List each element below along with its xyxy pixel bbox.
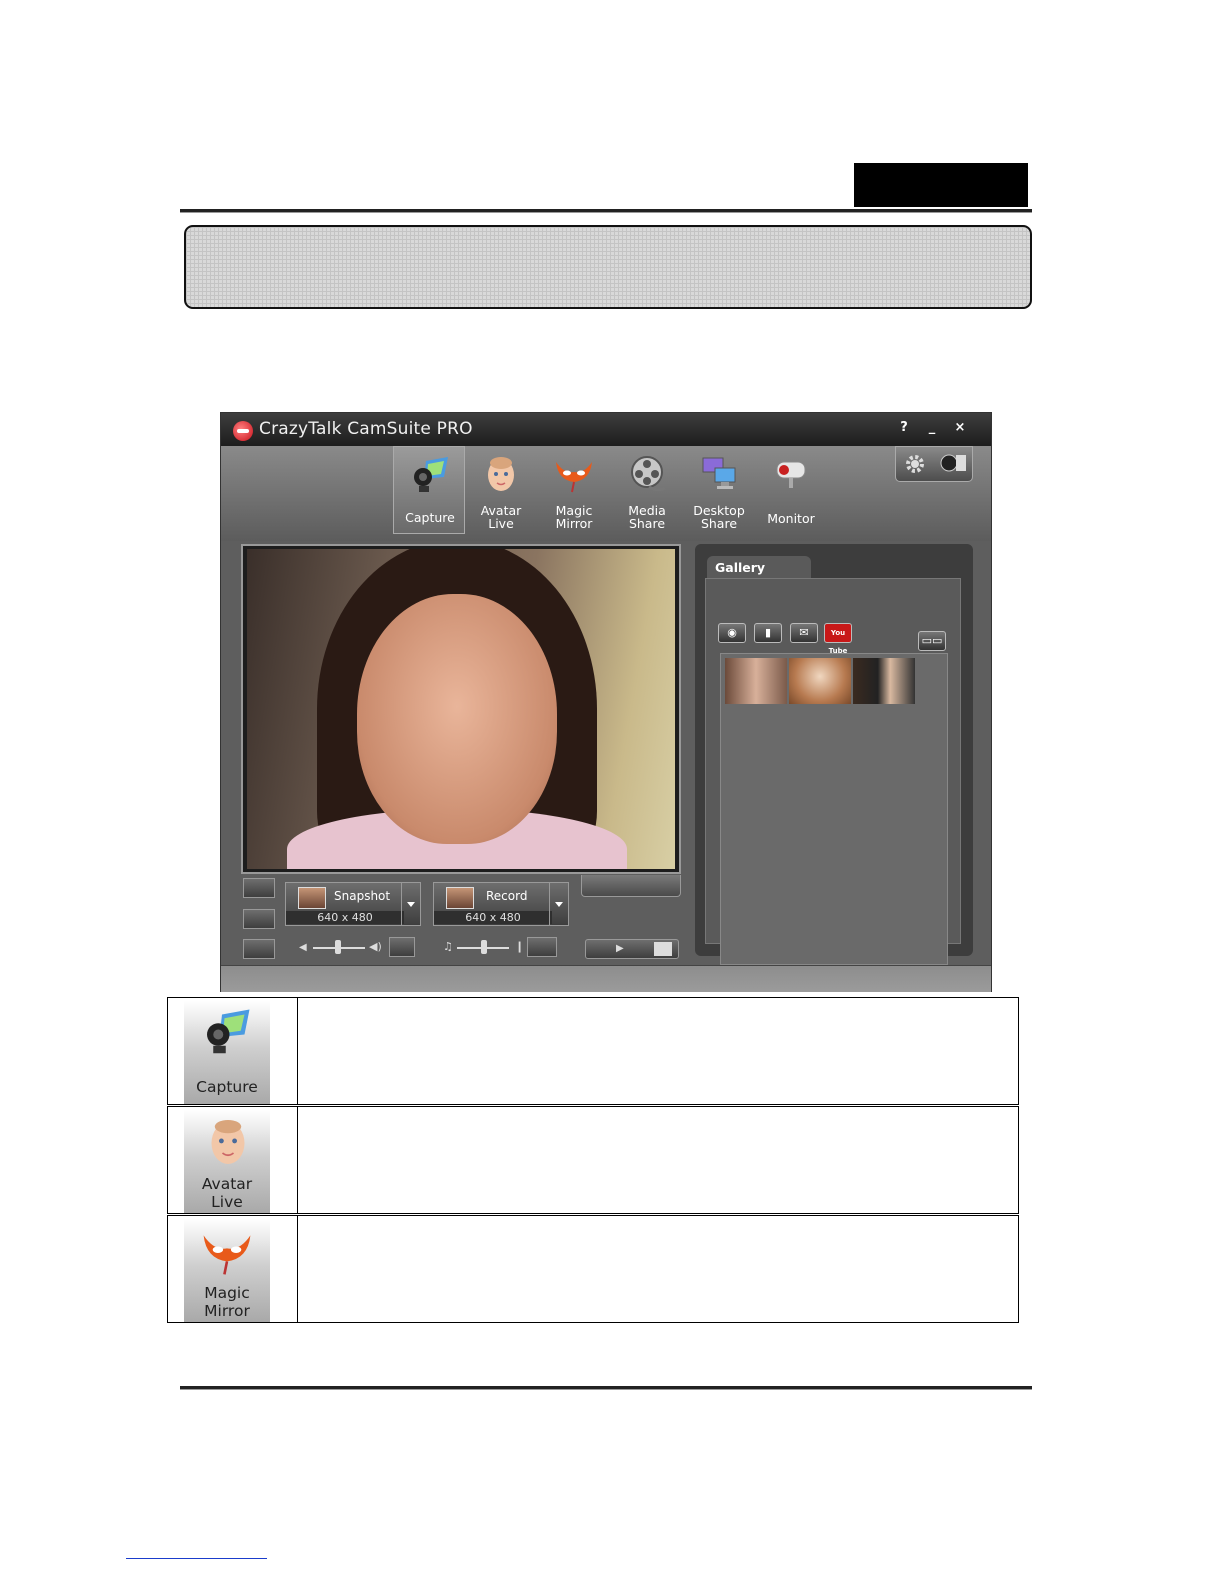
security-camera-icon [776, 461, 806, 488]
video-preview-frame [241, 544, 681, 874]
gallery-thumbnail[interactable] [853, 658, 915, 704]
snapshot-button[interactable]: Snapshot 640 x 480 [285, 882, 421, 926]
snapshot-dropdown-icon[interactable] [401, 883, 420, 925]
mic-volume-knob[interactable] [481, 940, 487, 954]
mode-capture[interactable]: Capture [393, 446, 465, 534]
table-description-cell [298, 1216, 1018, 1322]
table-description-cell [298, 998, 1018, 1104]
mask-icon [203, 1235, 251, 1275]
snapshot-thumb-icon [298, 887, 326, 909]
minimize-button[interactable]: _ [923, 420, 941, 435]
mode-label: Desktop Share [693, 503, 745, 531]
mode-avatar-live[interactable]: Avatar Live [465, 446, 537, 532]
app-title: CrazyTalk CamSuite PRO [259, 419, 473, 439]
play-icon[interactable]: ▶ [616, 943, 624, 954]
avatar-live-mode-icon: Avatar Live [184, 1110, 270, 1213]
status-bar [221, 965, 991, 992]
record-thumb-icon [446, 887, 474, 909]
audio-settings-button[interactable] [527, 937, 557, 957]
youtube-upload-button[interactable]: You Tube [824, 623, 852, 655]
gallery-thumbnail-list [720, 653, 948, 965]
icon-label: Mirror [204, 1302, 250, 1320]
gallery-panel: Gallery ◉ ▮ ✉ You Tube ▭▭ [695, 544, 973, 965]
video-source-button[interactable] [243, 878, 275, 898]
record-dropdown-icon[interactable] [549, 883, 568, 925]
chapter-banner [184, 225, 1032, 309]
mask-icon [556, 462, 592, 493]
table-description-cell [298, 1107, 1018, 1213]
table-row: Avatar Live [167, 1106, 1019, 1214]
capture-mode-icon: Capture [184, 1001, 270, 1104]
table-row: Magic Mirror [167, 1215, 1019, 1323]
footer-link-underline[interactable] [126, 1558, 267, 1559]
gallery-title: Gallery [715, 560, 766, 575]
gallery-box: ◉ ▮ ✉ You Tube ▭▭ [705, 578, 961, 965]
magic-mirror-mode-icon: Magic Mirror [184, 1219, 270, 1322]
layout-button[interactable] [243, 939, 275, 959]
baby-face-icon [211, 1120, 245, 1164]
webcam-icon [207, 1009, 250, 1054]
microphone-icon: ❙ [515, 940, 525, 953]
mode-label: Monitor [767, 511, 815, 526]
icon-label: Avatar [201, 1175, 253, 1193]
mode-label: Magic Mirror [555, 503, 593, 531]
table-icon-cell: Avatar Live [168, 1107, 298, 1213]
monitors-icon [702, 457, 736, 489]
mode-label: Capture [405, 510, 455, 525]
mode-monitor[interactable]: Monitor [755, 446, 827, 532]
gallery-view-button[interactable]: ◉ [718, 623, 746, 643]
preview-face [357, 594, 557, 844]
icon-label: Capture [196, 1078, 258, 1096]
gallery-thumbnail[interactable] [789, 658, 851, 704]
playback-bar: ▶ [585, 939, 679, 959]
app-window: CrazyTalk CamSuite PRO ? _ × Capture Ava… [220, 412, 992, 992]
gallery-delete-button[interactable]: ▮ [754, 623, 782, 643]
mode-desktop-share[interactable]: Desktop Share [683, 446, 755, 532]
video-preview[interactable] [247, 549, 675, 869]
snapshot-label: Snapshot [334, 889, 391, 903]
mode-magic-mirror[interactable]: Magic Mirror [538, 446, 610, 532]
gallery-thumbnail[interactable] [725, 658, 787, 704]
table-row: Capture [167, 997, 1019, 1105]
table-icon-cell: Capture [168, 998, 298, 1104]
baby-face-icon [488, 457, 514, 491]
lips-logo-icon [233, 421, 253, 441]
volume-low-icon: ◀ [299, 942, 307, 953]
webcam-icon [414, 457, 448, 492]
gallery-email-button[interactable]: ✉ [790, 623, 818, 643]
gallery-view-mode-button[interactable]: ▭▭ [918, 631, 946, 651]
record-label: Record [486, 889, 528, 903]
preview-tab [581, 875, 681, 897]
settings-group [895, 446, 973, 482]
text-overlay-button[interactable] [243, 909, 275, 929]
camera-settings-icon[interactable] [938, 451, 968, 477]
folder-icon[interactable] [654, 942, 672, 956]
snapshot-resolution: 640 x 480 [286, 911, 404, 924]
record-resolution: 640 x 480 [434, 911, 552, 924]
mode-label: Media Share [628, 503, 666, 531]
icon-label: Live [211, 1193, 243, 1211]
title-bar: CrazyTalk CamSuite PRO ? _ × [221, 413, 991, 446]
speaker-volume-knob[interactable] [335, 940, 341, 954]
mode-label: Avatar Live [480, 503, 522, 531]
help-button[interactable]: ? [895, 420, 913, 435]
feature-table: Capture Avatar Live Magic Mirror [167, 997, 1019, 1323]
volume-high-icon: ◀) [369, 940, 382, 953]
mode-media-share[interactable]: Media Share [611, 446, 683, 532]
close-button[interactable]: × [951, 420, 969, 435]
music-note-icon: ♫ [443, 940, 453, 953]
header-rule [180, 209, 1032, 213]
gear-icon[interactable] [904, 453, 926, 475]
table-icon-cell: Magic Mirror [168, 1216, 298, 1322]
icon-label: Magic [204, 1284, 250, 1302]
film-reel-icon [631, 456, 666, 492]
speaker-button[interactable] [389, 937, 415, 957]
footer-rule [180, 1386, 1032, 1390]
record-button[interactable]: Record 640 x 480 [433, 882, 569, 926]
language-tab [854, 163, 1028, 207]
